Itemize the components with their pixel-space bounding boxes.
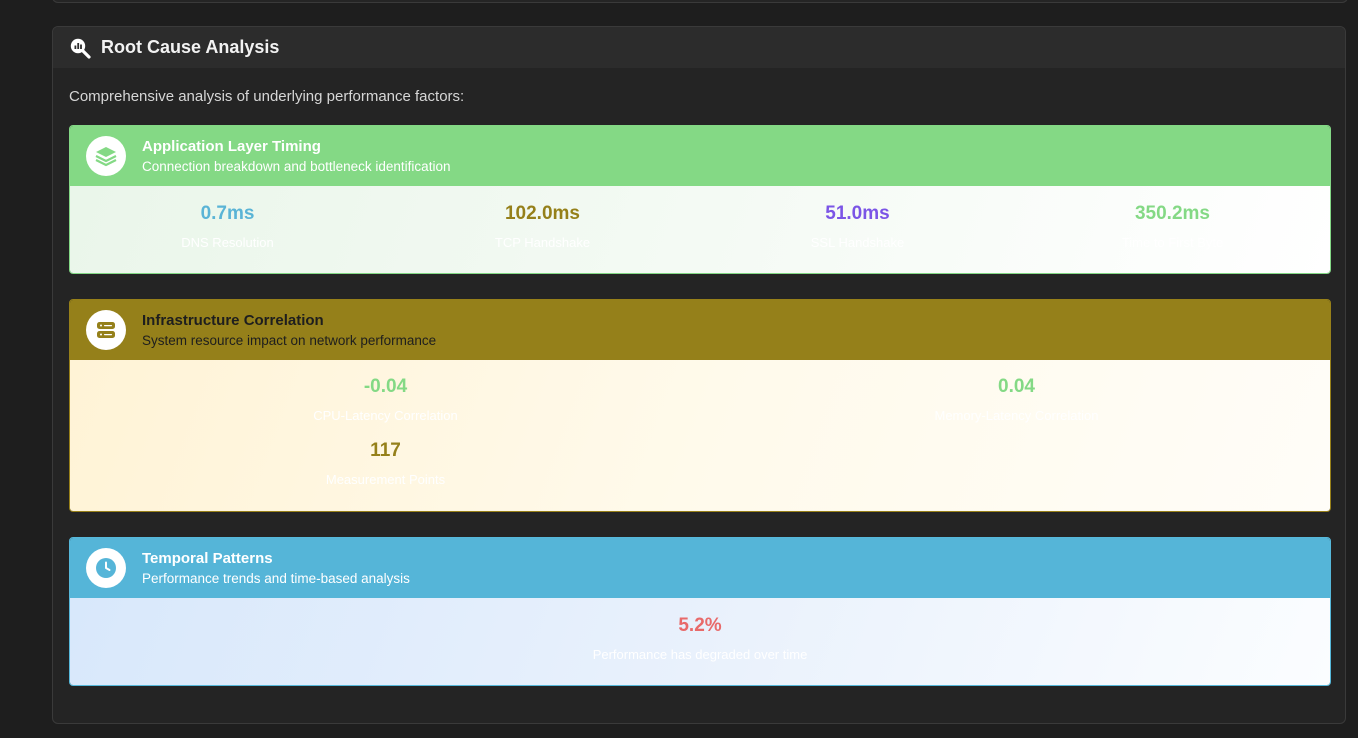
metric-label: Performance has degraded over time: [592, 647, 808, 662]
panel-title: Application Layer Timing: [142, 138, 321, 155]
panel-subtitle: Connection breakdown and bottleneck iden…: [142, 159, 451, 174]
metric-value: 350.2ms: [1134, 203, 1210, 224]
infrastructure-correlation-panel: Infrastructure Correlation System resour…: [69, 299, 1331, 512]
metric-value: 51.0ms: [825, 203, 890, 224]
card-title: Root Cause Analysis: [101, 37, 280, 57]
metric-value: 102.0ms: [504, 203, 580, 224]
metric-label: SSL Handshake: [810, 235, 905, 250]
application-layer-timing-panel: Application Layer Timing Connection brea…: [69, 125, 1331, 274]
previous-card-edge: [52, 0, 1348, 3]
metric-value: 117: [370, 440, 401, 461]
panel-body: -0.04 CPU-Latency Correlation 0.04 Memor…: [70, 360, 1330, 511]
metric-performance-trend: 5.2% Performance has degraded over time: [70, 615, 1330, 662]
metric-measurement-points: 117 Measurement Points: [70, 440, 701, 487]
metric-label: DNS Resolution: [181, 235, 274, 250]
card-header: Root Cause Analysis: [53, 27, 1345, 68]
metric-memory-latency-correlation: 0.04 Memory-Latency Correlation: [701, 376, 1330, 423]
panel-subtitle: Performance trends and time-based analys…: [142, 571, 410, 586]
metric-ssl-handshake: 51.0ms SSL Handshake: [700, 186, 1015, 273]
metric-tcp-handshake: 102.0ms TCP Handshake: [385, 186, 700, 273]
metric-label: Time to First Byte: [1121, 235, 1224, 250]
metric-value: 0.7ms: [200, 203, 255, 224]
root-cause-analysis-card: Root Cause Analysis Comprehensive analys…: [52, 26, 1346, 724]
temporal-patterns-panel: Temporal Patterns Performance trends and…: [69, 537, 1331, 686]
metric-value: -0.04: [363, 376, 408, 397]
metric-value: 0.04: [998, 376, 1035, 397]
panel-title: Infrastructure Correlation: [142, 312, 324, 329]
page: Root Cause Analysis Comprehensive analys…: [0, 0, 1358, 738]
server-icon: [86, 310, 126, 350]
layers-icon: [86, 136, 126, 176]
metric-label: Memory-Latency Correlation: [934, 408, 1099, 423]
metric-label: TCP Handshake: [494, 235, 591, 250]
metric-label: Measurement Points: [325, 472, 446, 487]
card-description: Comprehensive analysis of underlying per…: [69, 88, 465, 105]
panel-header: Application Layer Timing Connection brea…: [70, 126, 1330, 186]
metric-label: CPU-Latency Correlation: [313, 408, 458, 423]
panel-subtitle: System resource impact on network perfor…: [142, 333, 437, 348]
panel-body: 0.7ms DNS Resolution 102.0ms TCP Handsha…: [70, 186, 1330, 273]
clock-icon: [86, 548, 126, 588]
magnifier-chart-icon: [69, 37, 91, 59]
metric-value: 5.2%: [678, 615, 722, 636]
metric-time-to-first-byte: 350.2ms Time to First Byte: [1015, 186, 1330, 273]
panel-title: Temporal Patterns: [142, 550, 273, 567]
panel-header: Temporal Patterns Performance trends and…: [70, 538, 1330, 598]
panel-header: Infrastructure Correlation System resour…: [70, 300, 1330, 360]
metric-cpu-latency-correlation: -0.04 CPU-Latency Correlation: [70, 376, 701, 423]
panel-body: 5.2% Performance has degraded over time: [70, 598, 1330, 685]
metric-dns-resolution: 0.7ms DNS Resolution: [70, 186, 385, 273]
